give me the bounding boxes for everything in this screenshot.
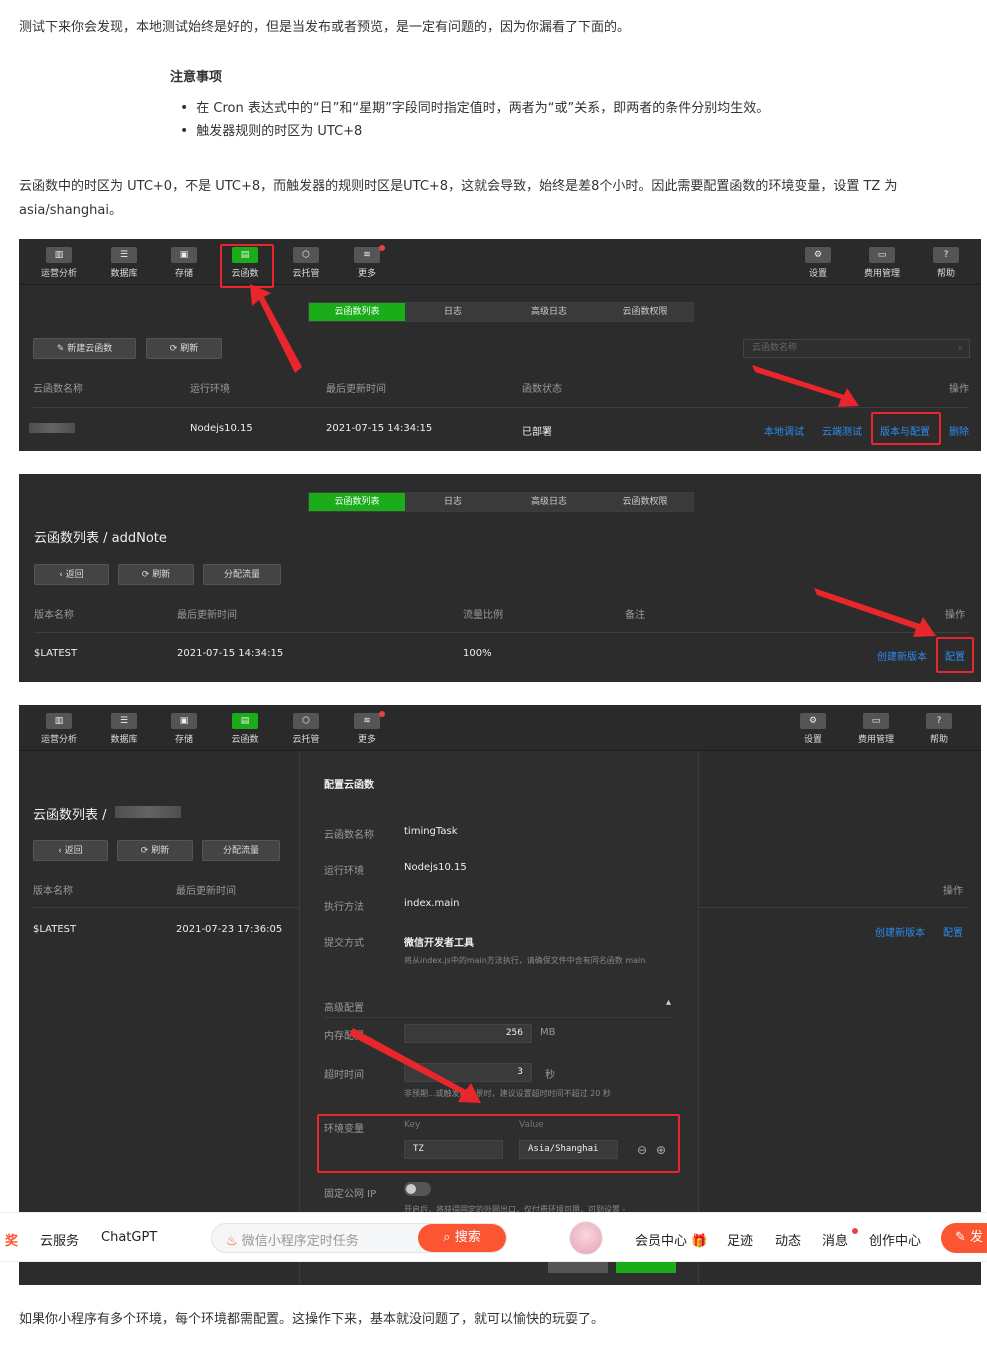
- search-bar: ♨ 微信小程序定时任务 ⌕ 搜索: [211, 1223, 507, 1253]
- red-arrow: [250, 284, 302, 373]
- nav-messages[interactable]: 消息: [822, 1230, 848, 1249]
- red-arrow: [814, 588, 936, 637]
- search-input[interactable]: ♨ 微信小程序定时任务: [226, 1230, 359, 1249]
- nav-activity[interactable]: 动态: [775, 1230, 801, 1249]
- paragraph-conclusion: 如果你小程序有多个环境，每个环境都需配置。这操作下来，基本就没问题了，就可以愉快…: [19, 1312, 605, 1327]
- arrow-annotations: [814, 588, 936, 637]
- red-arrow: [349, 1028, 481, 1103]
- screenshot-function-list: ▥ 运营分析 ☰ 数据库 ▣ 存储 ▤ 云函数 ⬡ 云托管 ≋ 更多 ⚙ 设置 ▭ 费用管理 ?…: [19, 239, 981, 451]
- nav-footprint[interactable]: 足迹: [727, 1230, 753, 1249]
- note-item: 在 Cron 表达式中的“日”和“星期”字段同时指定值时，两者为“或”关系，即两…: [180, 97, 769, 120]
- fire-icon: ♨: [226, 1234, 238, 1249]
- arrow-annotations: [250, 284, 859, 407]
- arrow-annotations: [349, 1028, 481, 1103]
- site-navbar: 奖 云服务 ChatGPT ♨ 微信小程序定时任务 ⌕ 搜索 会员中心 🎁 足迹…: [0, 1212, 987, 1262]
- pen-icon: ✎: [955, 1230, 966, 1245]
- paragraph-timezone: 云函数中的时区为 UTC+0，不是 UTC+8，而触发器的规则时区是UTC+8，…: [19, 179, 898, 218]
- nav-cloud-service[interactable]: 云服务: [40, 1230, 79, 1249]
- red-arrow: [752, 365, 859, 407]
- avatar[interactable]: [569, 1221, 603, 1255]
- note-title: 注意事项: [170, 70, 223, 85]
- gift-icon: 🎁: [691, 1234, 708, 1249]
- prize-link[interactable]: 奖: [5, 1230, 18, 1249]
- notification-dot: [852, 1228, 858, 1234]
- note-item: 触发器规则的时区为 UTC+8: [180, 120, 769, 143]
- nav-member-center[interactable]: 会员中心 🎁: [635, 1230, 707, 1249]
- nav-creator-center[interactable]: 创作中心: [869, 1230, 921, 1249]
- paragraph-intro: 测试下来你会发现，本地测试始终是好的，但是当发布或者预览，是一定有问题的，因为你…: [19, 20, 631, 35]
- screenshot-version-list: 云函数列表 日志 高级日志 云函数权限 云函数列表 / addNote ‹ 返回…: [19, 474, 981, 682]
- publish-button[interactable]: ✎ 发: [941, 1223, 987, 1253]
- note-list: 在 Cron 表达式中的“日”和“星期”字段同时指定值时，两者为“或”关系，即两…: [180, 97, 769, 143]
- nav-chatgpt[interactable]: ChatGPT: [101, 1230, 157, 1245]
- search-icon: ⌕: [443, 1230, 451, 1245]
- search-button[interactable]: ⌕ 搜索: [418, 1224, 506, 1252]
- screenshot-config-modal: ▥ 运营分析 ☰ 数据库 ▣ 存储 ▤ 云函数 ⬡ 云托管 ≋ 更多 ⚙ 设置 ▭ 费用管理 ?…: [19, 705, 981, 1285]
